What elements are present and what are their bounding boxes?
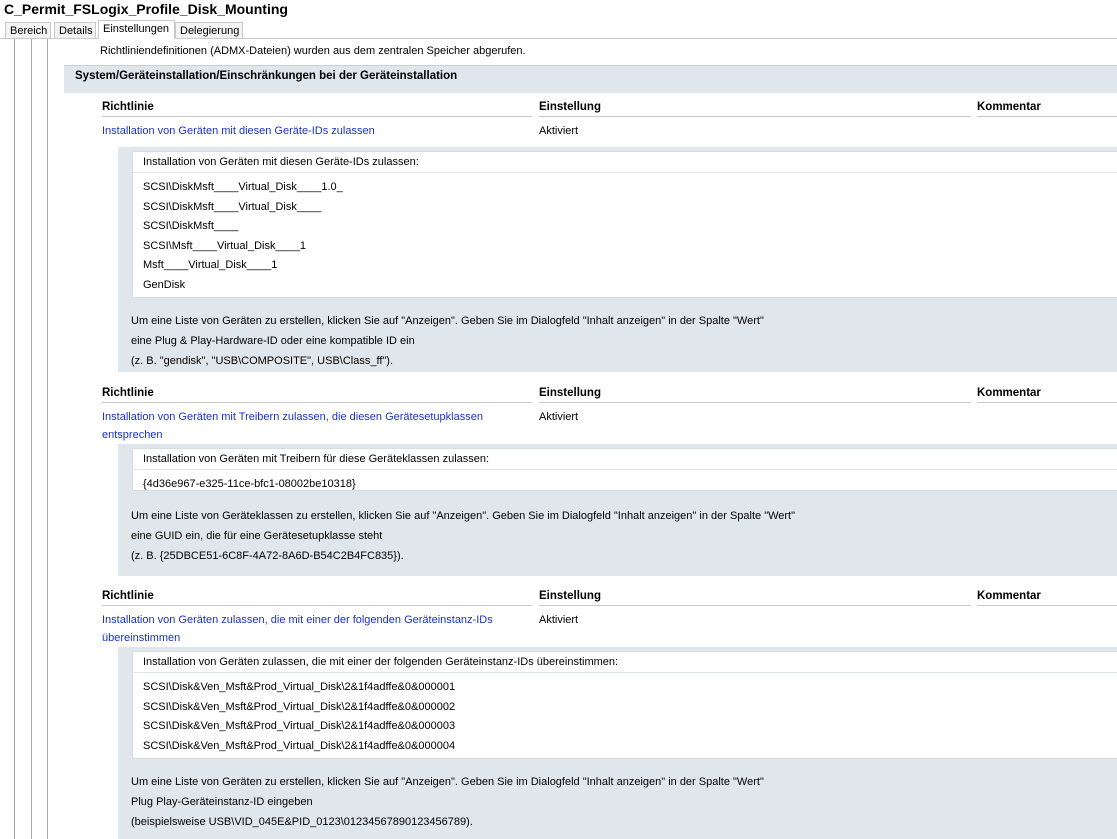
policy-name-link[interactable]: Installation von Geräten zulassen, die m… <box>102 614 493 626</box>
column-header-setting: Einstellung <box>539 100 971 117</box>
window-title: C_Permit_FSLogix_Profile_Disk_Mounting <box>4 1 288 17</box>
tab-details[interactable]: Details <box>54 22 96 38</box>
value-list: Installation von Geräten mit Treibern fü… <box>132 448 1117 491</box>
column-header-setting: Einstellung <box>539 386 971 403</box>
value-list-header: Installation von Geräten zulassen, die m… <box>143 656 619 668</box>
policy-name-link[interactable]: Installation von Geräten mit Treibern zu… <box>102 411 483 423</box>
value-list-item: SCSI\Disk&Ven_Msft&Prod_Virtual_Disk\2&1… <box>143 739 456 752</box>
policy-detail-panel: Installation von Geräten mit diesen Gerä… <box>118 147 1117 372</box>
value-list-item: SCSI\Disk&Ven_Msft&Prod_Virtual_Disk\2&1… <box>143 700 456 713</box>
column-header-policy: Richtlinie <box>102 589 532 606</box>
section-title: System/Geräteinstallation/Einschränkunge… <box>75 70 458 82</box>
value-list-item: SCSI\DiskMsft____Virtual_Disk____1.0_ <box>143 181 343 193</box>
settings-report-pane: Richtliniendefinitionen (ADMX-Dateien) w… <box>0 38 1117 839</box>
policy-name-link[interactable]: Installation von Geräten mit diesen Gerä… <box>102 125 375 137</box>
value-list-item: SCSI\DiskMsft____ <box>143 220 239 233</box>
column-header-policy: Richtlinie <box>102 100 532 117</box>
policy-detail-panel: Installation von Geräten mit Treibern fü… <box>118 444 1117 576</box>
intro-text: Richtliniendefinitionen (ADMX-Dateien) w… <box>100 45 526 57</box>
divider <box>133 172 1117 173</box>
value-list: Installation von Geräten mit diesen Gerä… <box>132 151 1117 298</box>
value-list-item: SCSI\Disk&Ven_Msft&Prod_Virtual_Disk\2&1… <box>143 720 456 733</box>
value-list-item: Msft____Virtual_Disk____1 <box>143 259 278 272</box>
column-header-comment: Kommentar <box>977 386 1117 403</box>
policy-help-text: Um eine Liste von Geräten zu erstellen, … <box>131 776 764 788</box>
policy-help-text: Um eine Liste von Geräteklassen zu erste… <box>131 510 796 522</box>
column-header-policy: Richtlinie <box>102 386 532 403</box>
column-header-comment: Kommentar <box>977 100 1117 117</box>
value-list-item: SCSI\DiskMsft____Virtual_Disk____ <box>143 200 322 213</box>
policy-help-text: (beispielsweise USB\VID_045E&PID_0123\01… <box>131 816 473 828</box>
column-header-comment: Kommentar <box>977 589 1117 606</box>
policy-setting-value: Aktiviert <box>539 411 579 423</box>
column-header-setting: Einstellung <box>539 589 971 606</box>
divider <box>133 469 1117 470</box>
policy-name-link[interactable]: übereinstimmen <box>102 632 180 644</box>
divider <box>133 672 1117 673</box>
policy-help-text: eine GUID ein, die für eine Gerätesetupk… <box>131 530 383 542</box>
section-header[interactable]: System/Geräteinstallation/Einschränkunge… <box>64 65 1117 93</box>
policy-name-link[interactable]: entsprechen <box>102 429 163 441</box>
tree-guide-line <box>31 39 32 839</box>
policy-help-text: (z. B. "gendisk", "USB\COMPOSITE", USB\C… <box>131 355 393 367</box>
tab-delegierung[interactable]: Delegierung <box>175 22 243 38</box>
tab-bereich[interactable]: Bereich <box>5 22 51 38</box>
value-list-item: SCSI\Disk&Ven_Msft&Prod_Virtual_Disk\2&1… <box>143 681 456 693</box>
policy-detail-panel: Installation von Geräten zulassen, die m… <box>118 647 1117 839</box>
policy-help-text: (z. B. {25DBCE51-6C8F-4A72-8A6D-B54C2B4F… <box>131 550 404 562</box>
value-list-header: Installation von Geräten mit diesen Gerä… <box>143 156 419 168</box>
policy-setting-value: Aktiviert <box>539 614 579 626</box>
policy-setting-value: Aktiviert <box>539 125 579 137</box>
value-list: Installation von Geräten zulassen, die m… <box>132 651 1117 759</box>
policy-help-text: eine Plug & Play-Hardware-ID oder eine k… <box>131 335 415 347</box>
policy-help-text: Um eine Liste von Geräten zu erstellen, … <box>131 315 764 327</box>
value-list-item: {4d36e967-e325-11ce-bfc1-08002be10318} <box>143 478 356 490</box>
tab-einstellungen[interactable]: Einstellungen <box>98 20 175 39</box>
tree-guide-line <box>14 39 15 839</box>
tree-guide-line <box>47 39 48 839</box>
value-list-item: SCSI\Msft____Virtual_Disk____1 <box>143 239 307 252</box>
policy-help-text: Plug Play-Geräteinstanz-ID eingeben <box>131 796 313 808</box>
value-list-item: GenDisk <box>143 279 186 291</box>
value-list-header: Installation von Geräten mit Treibern fü… <box>143 453 490 465</box>
